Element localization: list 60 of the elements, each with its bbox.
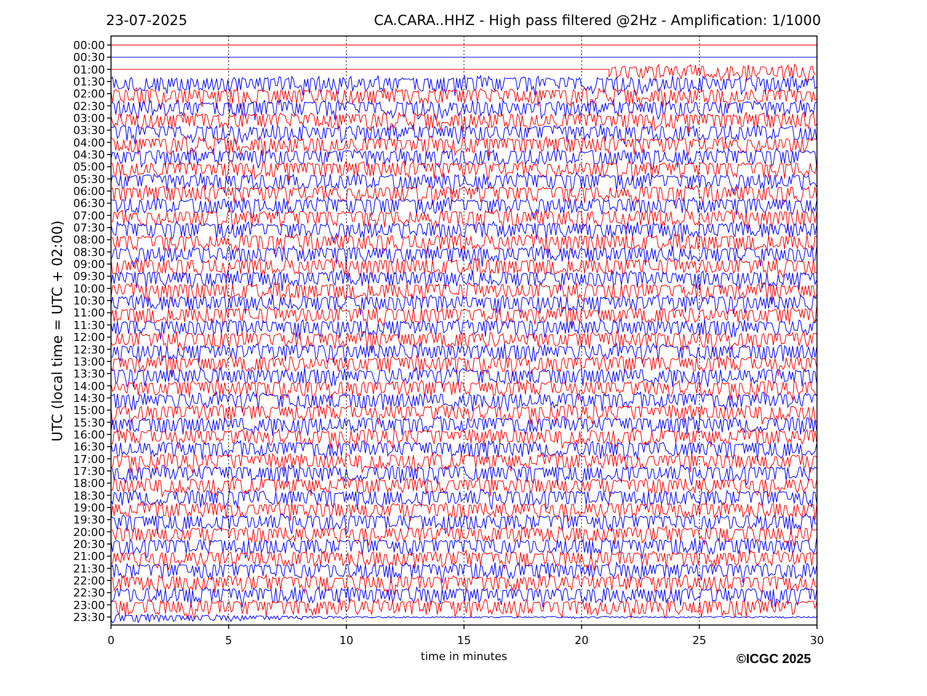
time-label: 05:30 [73, 172, 105, 186]
time-label: 00:30 [73, 51, 105, 64]
copyright-label: ©ICGC 2025 [736, 651, 811, 666]
time-label: 09:00 [73, 258, 105, 272]
chart-title: CA.CARA..HHZ - High pass filtered @2Hz - Amplification: 1/1000 [374, 13, 821, 29]
tick-label: 15 [457, 634, 471, 647]
time-label: 23:30 [73, 611, 105, 624]
time-label: 19:00 [73, 501, 105, 514]
time-label: 07:30 [73, 222, 105, 235]
time-label: 11:00 [73, 306, 105, 320]
tick-label: 25 [692, 634, 706, 647]
time-label: 15:30 [73, 416, 105, 430]
time-label: 06:00 [73, 185, 105, 198]
time-label: 10:00 [73, 282, 105, 296]
time-label: 05:00 [73, 160, 105, 174]
axis-title: time in minutes [420, 650, 508, 663]
time-label: 09:30 [73, 270, 105, 284]
time-label: 01:30 [73, 76, 105, 88]
time-label: 18:30 [73, 489, 105, 502]
time-label: 02:30 [73, 100, 105, 113]
time-label: 08:30 [73, 246, 105, 259]
time-label: 14:00 [73, 380, 105, 393]
time-label: 10:30 [73, 294, 105, 308]
time-label: 04:30 [73, 148, 105, 162]
tick-label: 0 [108, 634, 114, 647]
tick-label: 20 [574, 634, 589, 647]
time-label: 06:30 [73, 197, 105, 210]
time-label: 23:00 [73, 598, 105, 612]
tick-label: 10 [339, 634, 354, 647]
tick-label: 5 [225, 634, 232, 647]
time-label: 02:00 [73, 88, 105, 101]
time-label: 16:30 [73, 440, 105, 454]
time-label: 04:00 [73, 136, 105, 150]
time-label: 07:00 [73, 209, 105, 222]
time-label: 03:30 [73, 124, 105, 138]
time-label: 16:00 [73, 428, 105, 442]
time-label: 08:00 [73, 234, 105, 247]
time-label: 12:30 [73, 343, 105, 356]
date-label: 23-07-2025 [106, 13, 188, 29]
time-label: 13:00 [73, 355, 105, 368]
time-label: 19:30 [73, 514, 105, 527]
time-label: 22:00 [73, 574, 105, 588]
time-label: 17:00 [73, 452, 105, 466]
time-label: 14:30 [73, 392, 105, 405]
time-label: 18:00 [73, 477, 105, 490]
time-label: 00:00 [73, 39, 105, 52]
time-label: 17:30 [73, 464, 105, 478]
time-label: 15:00 [73, 404, 105, 418]
time-label: 20:00 [73, 526, 105, 539]
time-label: 21:00 [73, 550, 105, 564]
tick-label: 30 [810, 634, 824, 647]
time-label: 11:30 [73, 318, 105, 332]
time-label: 21:30 [73, 562, 105, 576]
time-label: 20:30 [73, 538, 105, 551]
time-label: 13:30 [73, 368, 105, 381]
time-label: 03:00 [73, 112, 105, 126]
time-label: 01:00 [73, 63, 105, 76]
time-label: 12:00 [73, 331, 105, 344]
axis-title: UTC (local time = UTC + 02:00) [50, 220, 66, 442]
time-label: 22:30 [73, 586, 105, 600]
